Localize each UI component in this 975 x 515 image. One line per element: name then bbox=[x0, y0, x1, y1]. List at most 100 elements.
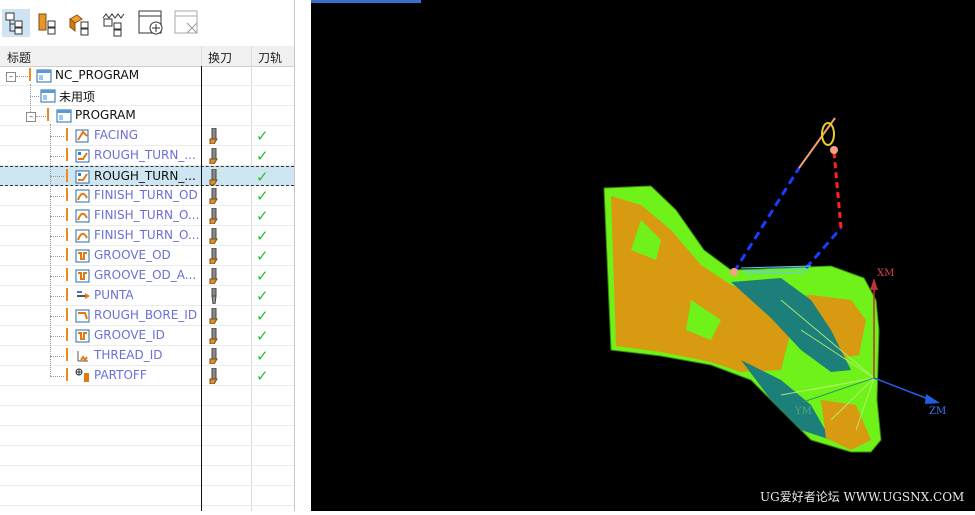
tool-change-icon bbox=[208, 228, 220, 244]
thread-op-icon bbox=[75, 348, 91, 364]
operation-row[interactable]: PARTOFF ✓ bbox=[0, 366, 294, 386]
toolpath-ok-icon: ✓ bbox=[256, 267, 269, 285]
geometry-view-button[interactable] bbox=[66, 9, 94, 37]
row-label: ROUGH_TURN_... bbox=[94, 148, 196, 162]
toolpath-ok-icon: ✓ bbox=[256, 187, 269, 205]
row-label: GROOVE_OD bbox=[94, 248, 171, 262]
tool-change-icon bbox=[208, 128, 220, 144]
graphics-window[interactable]: XM ZM YM bbox=[311, 0, 975, 511]
operation-row[interactable]: GROOVE_ID ✓ bbox=[0, 326, 294, 346]
row-label: NC_PROGRAM bbox=[55, 68, 140, 82]
finish-turn-op-icon bbox=[75, 188, 91, 204]
graphics-window-border bbox=[302, 0, 311, 511]
tree-connector bbox=[50, 336, 64, 337]
delete-operation-button[interactable] bbox=[173, 9, 201, 37]
row-label: PUNTA bbox=[94, 288, 134, 302]
facing-op-icon bbox=[75, 128, 91, 144]
tool-change-icon bbox=[208, 208, 220, 224]
tool-holder bbox=[798, 117, 836, 169]
tool-change-icon bbox=[208, 169, 220, 185]
groove-op-icon bbox=[75, 268, 91, 284]
tool-change-icon bbox=[208, 328, 220, 344]
navigator-toolbar bbox=[0, 0, 294, 44]
tree-connector bbox=[16, 76, 28, 77]
status-warning-icon bbox=[66, 288, 68, 301]
operation-row[interactable]: FACING ✓ bbox=[0, 126, 294, 146]
rapid-move-path bbox=[804, 227, 843, 269]
collapse-toggle[interactable]: – bbox=[6, 72, 16, 82]
operation-table: 标题 换刀 刀轨 NC_PROGRAM 未用项 PROGRAM FACING ✓ ROUG… bbox=[0, 46, 294, 511]
create-operation-button[interactable] bbox=[137, 9, 165, 37]
z-axis-line bbox=[873, 377, 932, 401]
part-view bbox=[603, 117, 940, 453]
operation-row[interactable]: FINISH_TURN_OD ✓ bbox=[0, 186, 294, 206]
operation-row[interactable]: FINISH_TURN_O... ✓ bbox=[0, 206, 294, 226]
status-warning-icon bbox=[66, 169, 68, 182]
row-label: ROUGH_TURN_... bbox=[94, 169, 196, 183]
program-order-view-button[interactable] bbox=[2, 9, 30, 37]
tree-connector bbox=[50, 256, 64, 257]
operation-row[interactable]: ROUGH_BORE_ID ✓ bbox=[0, 306, 294, 326]
row-label: PROGRAM bbox=[75, 108, 136, 122]
column-tool-change-header[interactable]: 换刀 bbox=[208, 49, 232, 66]
partoff-op-icon bbox=[75, 368, 91, 384]
row-label: GROOVE_ID bbox=[94, 328, 165, 342]
operation-row[interactable]: ROUGH_TURN_... ✓ bbox=[0, 146, 294, 166]
operation-row[interactable]: THREAD_ID ✓ bbox=[0, 346, 294, 366]
z-axis-label: ZM bbox=[929, 406, 947, 417]
tree-connector bbox=[50, 276, 64, 277]
row-label: FACING bbox=[94, 128, 138, 142]
row-label: FINISH_TURN_O... bbox=[94, 208, 200, 222]
toolpath-ok-icon: ✓ bbox=[256, 327, 269, 345]
operation-row[interactable]: GROOVE_OD_A... ✓ bbox=[0, 266, 294, 286]
column-divider bbox=[201, 66, 202, 511]
status-warning-icon bbox=[66, 328, 68, 341]
row-label: 未用项 bbox=[59, 90, 96, 104]
empty-row bbox=[0, 406, 294, 426]
operation-row[interactable]: FINISH_TURN_O... ✓ bbox=[0, 226, 294, 246]
toolpath-ok-icon: ✓ bbox=[256, 247, 269, 265]
group-row[interactable]: 未用项 bbox=[0, 86, 294, 106]
toolpath-ok-icon: ✓ bbox=[256, 287, 269, 305]
program-order-view-icon bbox=[5, 12, 23, 35]
status-warning-icon bbox=[29, 68, 31, 81]
operation-row[interactable]: PUNTA ✓ bbox=[0, 286, 294, 306]
status-warning-icon bbox=[66, 368, 68, 381]
program-group-icon bbox=[56, 108, 72, 124]
operation-row[interactable]: GROOVE_OD ✓ bbox=[0, 246, 294, 266]
row-label: FINISH_TURN_O... bbox=[94, 228, 200, 242]
toolpath-ok-icon: ✓ bbox=[256, 347, 269, 365]
collapse-toggle[interactable]: – bbox=[26, 112, 36, 122]
table-header: 标题 换刀 刀轨 bbox=[0, 46, 294, 67]
toolpath-ok-icon: ✓ bbox=[256, 207, 269, 225]
tool-change-icon bbox=[208, 248, 220, 264]
machine-tool-view-button[interactable] bbox=[34, 9, 62, 37]
groove-op-icon bbox=[75, 328, 91, 344]
tool-change-icon bbox=[208, 268, 220, 284]
rapid-move-path bbox=[732, 167, 801, 273]
column-toolpath-header[interactable]: 刀轨 bbox=[258, 49, 282, 66]
operation-row[interactable]: ROUGH_TURN_... ✓ bbox=[0, 166, 294, 186]
row-label: ROUGH_BORE_ID bbox=[94, 308, 198, 322]
tool-change-icon bbox=[208, 188, 220, 204]
row-label: THREAD_ID bbox=[94, 348, 163, 362]
column-name-header[interactable]: 标题 bbox=[7, 49, 31, 66]
tree-connector bbox=[30, 96, 39, 97]
status-warning-icon bbox=[66, 128, 68, 141]
x-axis-label: XM bbox=[877, 268, 895, 279]
empty-row bbox=[0, 466, 294, 486]
row-label: FINISH_TURN_OD bbox=[94, 188, 198, 202]
start-point bbox=[730, 268, 738, 276]
rough-bore-op-icon bbox=[75, 308, 91, 324]
create-operation-icon bbox=[138, 10, 163, 35]
tree-connector bbox=[50, 216, 64, 217]
tool-tip-point bbox=[830, 146, 838, 154]
empty-row bbox=[0, 386, 294, 406]
status-warning-icon bbox=[66, 228, 68, 241]
group-row[interactable]: NC_PROGRAM bbox=[0, 66, 294, 86]
watermark: UG爱好者论坛 WWW.UGSNX.COM bbox=[760, 490, 965, 504]
tree-connector bbox=[50, 156, 64, 157]
program-group-icon bbox=[36, 68, 52, 84]
machining-method-view-button[interactable] bbox=[100, 9, 128, 37]
toolpath-ok-icon: ✓ bbox=[256, 168, 269, 186]
